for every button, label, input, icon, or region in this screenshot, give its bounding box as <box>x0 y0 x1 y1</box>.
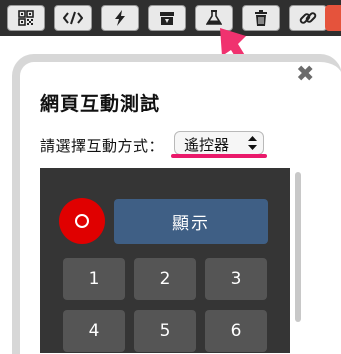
key-5-button[interactable]: 5 <box>134 310 196 352</box>
interaction-mode-select[interactable]: 遙控器 <box>174 131 264 155</box>
toolbar <box>0 0 341 36</box>
scrollbar[interactable] <box>295 172 301 322</box>
flask-icon <box>206 10 222 25</box>
qr-code-icon <box>18 10 34 26</box>
key-3-button[interactable]: 3 <box>205 258 267 300</box>
red-toolbar-button[interactable] <box>325 5 341 31</box>
qr-code-button[interactable] <box>7 5 45 31</box>
key-4-button[interactable]: 4 <box>63 310 125 352</box>
link-icon <box>299 12 317 24</box>
lightning-button[interactable] <box>101 5 139 31</box>
trash-icon <box>255 10 267 26</box>
key-1-button[interactable]: 1 <box>63 258 125 300</box>
power-button[interactable] <box>59 198 105 244</box>
key-6-button[interactable]: 6 <box>205 310 267 352</box>
interaction-mode-value: 遙控器 <box>184 136 230 154</box>
code-button[interactable] <box>54 5 92 31</box>
archive-box-icon <box>160 11 174 25</box>
key-2-button[interactable]: 2 <box>134 258 196 300</box>
close-button[interactable]: ✖ <box>296 64 314 86</box>
panel-title: 網頁互動測試 <box>40 93 161 115</box>
code-icon <box>63 11 83 25</box>
interaction-mode-label: 請選擇互動方式： <box>40 137 165 155</box>
link-button[interactable] <box>289 5 327 31</box>
lightning-icon <box>115 10 125 26</box>
select-arrows-icon <box>248 136 257 150</box>
highlight-underline <box>171 154 267 158</box>
display-button[interactable]: 顯示 <box>114 199 268 244</box>
archive-button[interactable] <box>148 5 186 31</box>
circle-icon <box>75 214 89 228</box>
